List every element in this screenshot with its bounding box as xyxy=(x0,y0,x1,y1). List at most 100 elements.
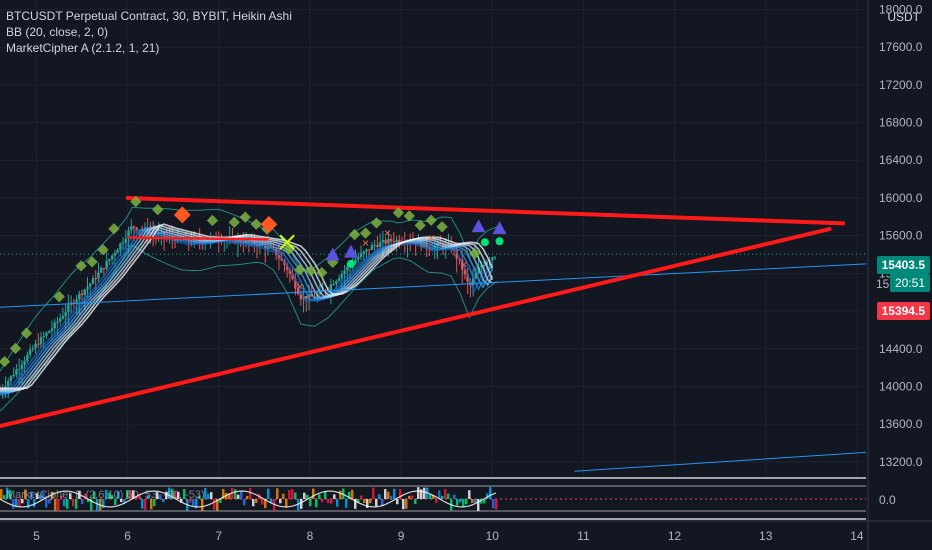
y-tick-label: 14400.0 xyxy=(879,342,923,356)
y-tick-label: 17200.0 xyxy=(879,78,923,92)
osc-bar xyxy=(474,499,477,503)
osc-bar xyxy=(324,491,327,499)
osc-bar xyxy=(321,499,324,503)
candle-body xyxy=(34,343,37,349)
osc-bar xyxy=(267,488,270,499)
green-dot-marker xyxy=(480,238,489,247)
osc-bar xyxy=(213,499,216,510)
osc-bar xyxy=(441,495,444,499)
osc-bar xyxy=(471,499,474,504)
osc-bar xyxy=(282,493,285,499)
candle-body xyxy=(121,242,125,244)
candle-body xyxy=(17,368,21,370)
osc-bar xyxy=(360,495,363,499)
osc-bar xyxy=(372,487,375,499)
osc-bar xyxy=(261,499,264,505)
osc-bar xyxy=(387,491,390,499)
green-dot-marker xyxy=(495,237,504,246)
candle-body xyxy=(373,244,376,246)
candle-body xyxy=(83,289,86,295)
market-cipher-b-label[interactable]: MarketCipher B (2.6.10) 60, 53, -60, -53… xyxy=(6,489,205,501)
osc-bar xyxy=(462,499,465,507)
osc-bar xyxy=(459,499,462,503)
candle-body xyxy=(12,374,15,377)
x-tick-label: 8 xyxy=(307,529,314,543)
candle-body xyxy=(365,249,368,252)
x-tick-label: 7 xyxy=(215,529,222,543)
candle-body xyxy=(105,260,108,269)
candle-body xyxy=(378,242,382,247)
osc-bar xyxy=(405,499,408,509)
candle-body xyxy=(28,349,32,355)
candle-body xyxy=(305,295,308,299)
price-chart[interactable]: ××××× 13200.013600.014000.014400.014800.… xyxy=(0,0,932,550)
y-tick-label: 16000.0 xyxy=(879,191,923,205)
candle-body xyxy=(50,328,54,332)
partial-price-label: 15 xyxy=(876,277,890,291)
osc-bar xyxy=(327,499,330,503)
candle-body xyxy=(26,354,29,362)
y-tick-label: 17600.0 xyxy=(879,40,923,54)
osc-bar xyxy=(495,499,498,510)
secondary-price-tag: 15394.5 xyxy=(876,302,930,320)
candle-body xyxy=(20,365,24,369)
osc-bar xyxy=(249,487,252,499)
candle-body xyxy=(23,361,26,366)
osc-bar xyxy=(390,495,393,499)
candle-body xyxy=(53,322,56,329)
candle-body xyxy=(113,253,117,256)
osc-bar xyxy=(339,490,342,499)
osc-bar xyxy=(234,489,237,499)
orange-x-marker: × xyxy=(361,238,369,249)
x-tick-label: 10 xyxy=(486,529,500,543)
candle-body xyxy=(387,239,390,244)
osc-bar xyxy=(435,499,438,503)
candle-body xyxy=(86,286,89,290)
osc-bar xyxy=(330,499,333,504)
y-tick-label: 13600.0 xyxy=(879,417,923,431)
osc-bar xyxy=(315,499,318,508)
candle-body xyxy=(389,239,393,242)
osc-bar xyxy=(393,488,396,499)
osc-bar xyxy=(243,499,246,506)
candle-body xyxy=(97,272,100,279)
x-tick-label: 12 xyxy=(668,529,682,543)
y-tick-label: 16800.0 xyxy=(879,116,923,130)
x-tick-label: 13 xyxy=(759,529,773,543)
osc-bar xyxy=(456,499,459,506)
candle-body xyxy=(45,332,48,336)
candle-body xyxy=(42,335,45,338)
osc-bar xyxy=(0,489,3,499)
candle-body xyxy=(37,343,40,345)
osc-bar xyxy=(279,499,282,504)
osc-bar xyxy=(207,493,210,499)
candle-body xyxy=(332,284,335,286)
osc-bar xyxy=(396,499,399,505)
osc-bar xyxy=(375,499,378,507)
osc-bar xyxy=(417,487,420,499)
osc-bar xyxy=(276,488,279,499)
currency-label[interactable]: USDT xyxy=(887,10,920,24)
candle-body xyxy=(61,316,65,319)
candle-body xyxy=(94,278,97,280)
osc-bar xyxy=(345,499,348,508)
candle-body xyxy=(493,257,497,259)
osc-bar xyxy=(465,499,468,505)
osc-bar xyxy=(309,499,312,507)
bb-indicator-label[interactable]: BB (20, close, 2, 0) xyxy=(6,24,292,40)
symbol-title[interactable]: BTCUSDT Perpetual Contract, 30, BYBIT, H… xyxy=(6,8,292,24)
osc-bar xyxy=(288,490,291,499)
y-tick-label: 14000.0 xyxy=(879,379,923,393)
osc-bar xyxy=(336,499,339,507)
y-tick-label: 16400.0 xyxy=(879,153,923,167)
osc-bar xyxy=(255,499,258,503)
orange-x-marker: × xyxy=(296,281,304,292)
osc-bar xyxy=(240,491,243,499)
candle-body xyxy=(9,376,13,382)
candle-body xyxy=(384,240,387,244)
candle-body xyxy=(376,244,379,247)
candle-body xyxy=(108,259,111,261)
candle-body xyxy=(31,348,35,350)
market-cipher-a-label[interactable]: MarketCipher A (2.1.2, 1, 21) xyxy=(6,40,292,56)
candle-body xyxy=(491,257,494,261)
